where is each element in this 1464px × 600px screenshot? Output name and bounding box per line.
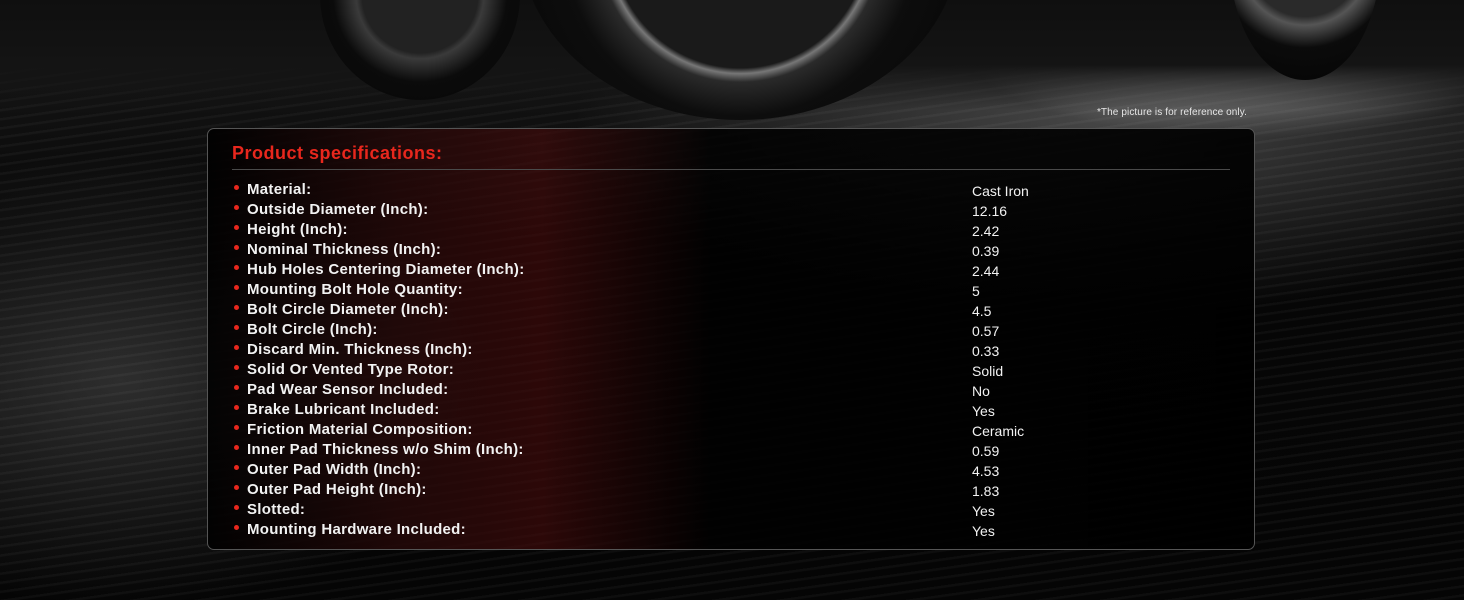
spec-value: 0.39 [972,243,1000,259]
spec-row: Hub Holes Centering Diameter (Inch): 2.44 [232,261,1232,281]
spec-label: Hub Holes Centering Diameter (Inch): [247,261,525,278]
bullet-icon [234,445,239,450]
spec-row: Discard Min. Thickness (Inch): 0.33 [232,341,1232,361]
spec-row: Bolt Circle Diameter (Inch): 4.5 [232,301,1232,321]
bullet-icon [234,405,239,410]
bullet-icon [234,285,239,290]
bullet-icon [234,385,239,390]
specifications-title: Product specifications: [232,143,443,163]
spec-label: Slotted: [247,501,306,518]
spec-value: 2.42 [972,223,1000,239]
spec-label: Solid Or Vented Type Rotor: [247,361,455,378]
spec-row: Inner Pad Thickness w/o Shim (Inch): 0.59 [232,441,1232,461]
spec-row: Height (Inch): 2.42 [232,221,1232,241]
spec-row: Material: Cast Iron [232,181,1232,201]
bullet-icon [234,365,239,370]
bullet-icon [234,265,239,270]
spec-row: Bolt Circle (Inch): 0.57 [232,321,1232,341]
spec-row: Pad Wear Sensor Included: No [232,381,1232,401]
reference-disclaimer: *The picture is for reference only. [1096,107,1247,118]
title-divider [232,169,1230,170]
spec-row: Friction Material Composition: Ceramic [232,421,1232,441]
bullet-icon [234,185,239,190]
spec-label: Brake Lubricant Included: [247,401,440,418]
spec-label: Pad Wear Sensor Included: [247,381,449,398]
spec-row: Mounting Bolt Hole Quantity: 5 [232,281,1232,301]
spec-value: 4.53 [972,463,1000,479]
spec-label: Outside Diameter (Inch): [247,201,429,218]
spec-row: Outside Diameter (Inch): 12.16 [232,201,1232,221]
bullet-icon [234,505,239,510]
bullet-icon [234,245,239,250]
bullet-icon [234,305,239,310]
spec-value: 12.16 [972,203,1008,219]
product-spec-banner: *The picture is for reference only. Prod… [0,0,1464,600]
spec-value: No [972,383,990,399]
spec-label: Bolt Circle Diameter (Inch): [247,301,449,318]
spec-label: Outer Pad Width (Inch): [247,461,422,478]
spec-label: Friction Material Composition: [247,421,473,438]
bullet-icon [234,465,239,470]
bullet-icon [234,425,239,430]
spec-value: Ceramic [972,423,1025,439]
spec-label: Discard Min. Thickness (Inch): [247,341,473,358]
spec-row: Mounting Hardware Included: Yes [232,521,1232,541]
spec-label: Height (Inch): [247,221,348,238]
spec-label: Nominal Thickness (Inch): [247,241,442,258]
spec-value: Yes [972,403,995,419]
bullet-icon [234,225,239,230]
bullet-icon [234,485,239,490]
spec-label: Bolt Circle (Inch): [247,321,378,338]
bullet-icon [234,205,239,210]
spec-label: Mounting Bolt Hole Quantity: [247,281,463,298]
spec-label: Mounting Hardware Included: [247,521,466,538]
bullet-icon [234,345,239,350]
spec-label: Outer Pad Height (Inch): [247,481,427,498]
spec-value: 0.57 [972,323,1000,339]
spec-row: Brake Lubricant Included: Yes [232,401,1232,421]
spec-value: 0.33 [972,343,1000,359]
spec-row: Outer Pad Height (Inch): 1.83 [232,481,1232,501]
spec-value: 2.44 [972,263,1000,279]
spec-label: Material: [247,181,312,198]
spec-value: 1.83 [972,483,1000,499]
spec-value: 4.5 [972,303,992,319]
spec-list: Material: Cast Iron Outside Diameter (Inc… [232,181,1232,541]
spec-value: Yes [972,503,995,519]
spec-row: Nominal Thickness (Inch): 0.39 [232,241,1232,261]
bullet-icon [234,325,239,330]
spec-label: Inner Pad Thickness w/o Shim (Inch): [247,441,524,458]
spec-value: Yes [972,523,995,539]
spec-value: Solid [972,363,1004,379]
spec-value: Cast Iron [972,183,1029,199]
spec-row: Slotted: Yes [232,501,1232,521]
spec-row: Solid Or Vented Type Rotor: Solid [232,361,1232,381]
spec-value: 0.59 [972,443,1000,459]
spec-row: Outer Pad Width (Inch): 4.53 [232,461,1232,481]
bullet-icon [234,525,239,530]
specifications-panel: Product specifications: Material: Cast Ir… [207,128,1255,550]
spec-value: 5 [972,283,980,299]
